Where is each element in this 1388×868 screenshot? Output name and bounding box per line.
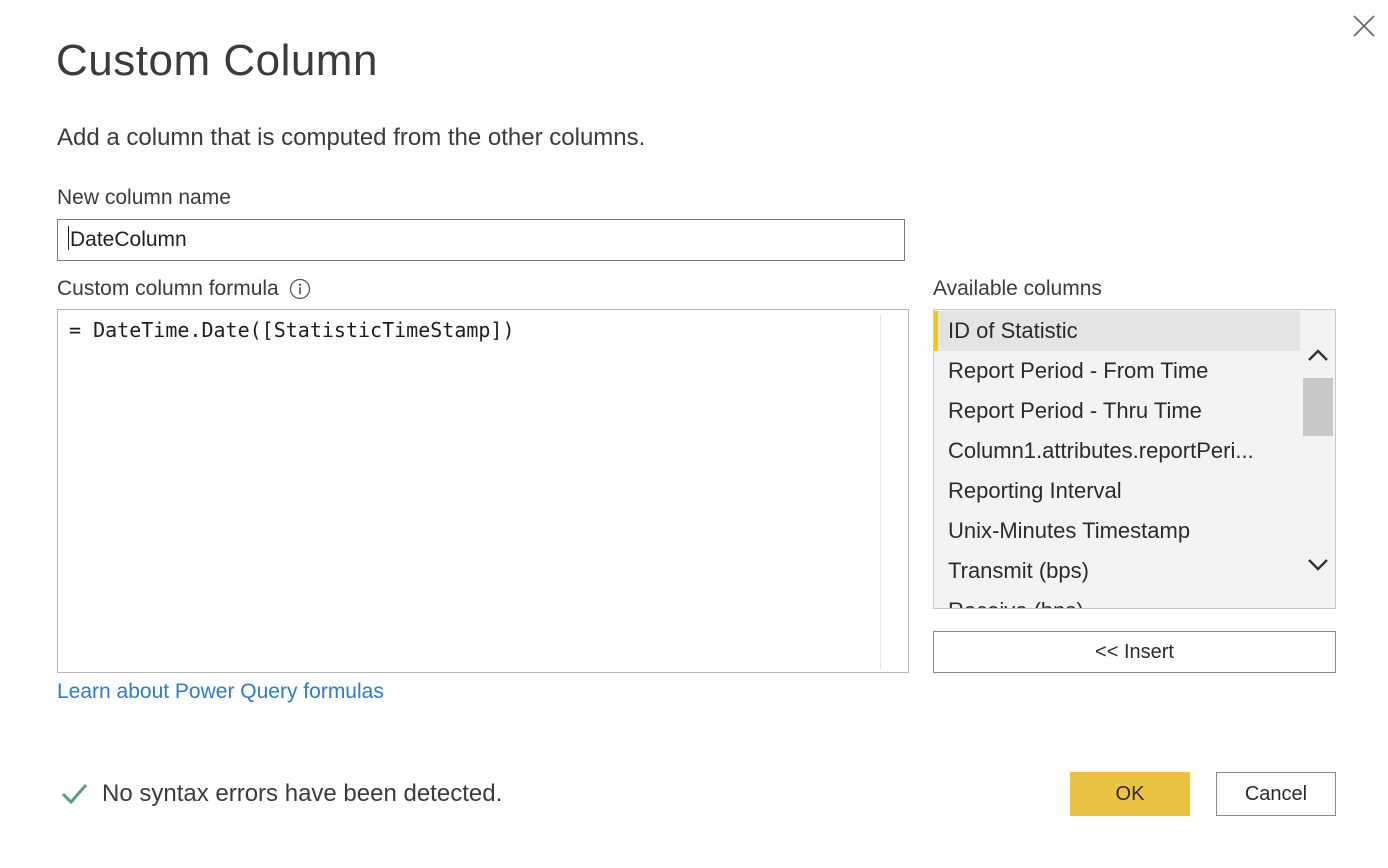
close-icon: [1353, 15, 1375, 37]
dialog-description: Add a column that is computed from the o…: [57, 124, 646, 151]
syntax-status-text: No syntax errors have been detected.: [102, 780, 503, 807]
column-item[interactable]: Receive (bps): [934, 591, 1300, 608]
scroll-thumb[interactable]: [1303, 378, 1333, 436]
formula-label: Custom column formula: [57, 277, 279, 300]
column-item[interactable]: Transmit (bps): [934, 551, 1300, 591]
cancel-button[interactable]: Cancel: [1216, 772, 1336, 816]
column-item[interactable]: Unix-Minutes Timestamp: [934, 511, 1300, 551]
chevron-up-icon: [1308, 349, 1328, 361]
ok-button[interactable]: OK: [1070, 772, 1190, 816]
new-column-name-value: DateColumn: [70, 228, 187, 251]
learn-formulas-link[interactable]: Learn about Power Query formulas: [57, 680, 384, 704]
new-column-name-label: New column name: [57, 186, 231, 209]
available-columns-list[interactable]: ID of Statistic Report Period - From Tim…: [933, 309, 1336, 609]
formula-text: = DateTime.Date([StatisticTimeStamp]): [69, 318, 515, 342]
available-columns-label: Available columns: [933, 277, 1102, 300]
formula-scrollbar[interactable]: [880, 314, 908, 670]
columns-scrollbar[interactable]: [1301, 310, 1335, 608]
column-item[interactable]: Column1.attributes.reportPeri...: [934, 431, 1300, 471]
column-item[interactable]: ID of Statistic: [934, 311, 1300, 351]
column-item[interactable]: Reporting Interval: [934, 471, 1300, 511]
text-caret: [68, 226, 69, 251]
formula-label-row: Custom column formula: [57, 277, 311, 301]
formula-editor[interactable]: = DateTime.Date([StatisticTimeStamp]): [57, 309, 909, 673]
close-button[interactable]: [1346, 8, 1382, 44]
insert-button[interactable]: << Insert: [933, 631, 1336, 673]
chevron-down-icon: [1308, 559, 1328, 571]
scroll-up-button[interactable]: [1304, 342, 1332, 370]
checkmark-icon: [60, 780, 88, 808]
custom-column-dialog: Custom Column Add a column that is compu…: [0, 0, 1388, 868]
column-item[interactable]: Report Period - From Time: [934, 351, 1300, 391]
column-item[interactable]: Report Period - Thru Time: [934, 391, 1300, 431]
new-column-name-input[interactable]: DateColumn: [57, 219, 905, 261]
info-icon[interactable]: [289, 278, 311, 300]
scroll-down-button[interactable]: [1304, 550, 1332, 578]
syntax-status: No syntax errors have been detected.: [60, 780, 502, 808]
dialog-title: Custom Column: [56, 36, 378, 85]
